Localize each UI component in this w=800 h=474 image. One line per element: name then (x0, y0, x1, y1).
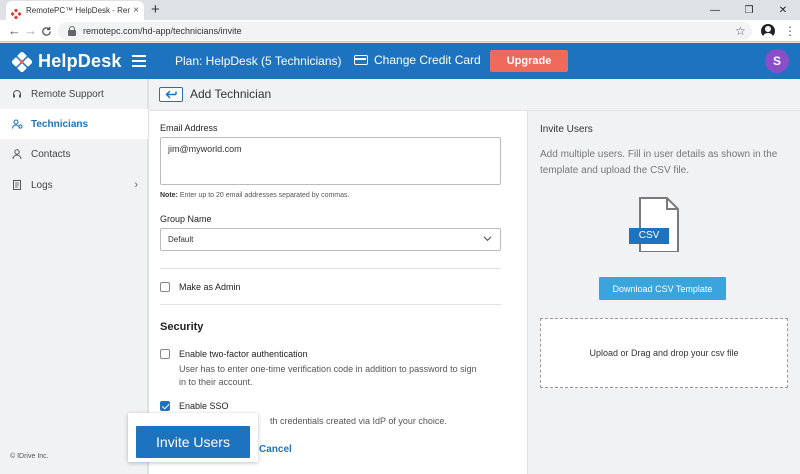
logo-text: HelpDesk (38, 51, 122, 71)
make-admin-row[interactable]: Make as Admin (160, 282, 241, 292)
sidebar-item-remote-support[interactable]: Remote Support (0, 79, 148, 109)
two-factor-row[interactable]: Enable two-factor authentication (160, 349, 308, 359)
sidebar-item-label: Remote Support (31, 88, 104, 100)
chevron-down-icon (483, 236, 492, 242)
chevron-right-icon: › (134, 179, 138, 191)
note-text: Enter up to 20 email addresses separated… (177, 192, 350, 199)
back-arrow-icon[interactable]: ← (8, 22, 21, 40)
helpdesk-logo[interactable]: HelpDesk (11, 50, 122, 73)
two-factor-checkbox[interactable] (160, 349, 170, 359)
sidebar-item-label: Logs (31, 179, 53, 191)
remotepc-favicon-icon (10, 6, 22, 20)
change-credit-card-label: Change Credit Card (374, 53, 481, 67)
hamburger-menu-icon[interactable] (132, 55, 146, 67)
credit-card-icon (354, 55, 368, 65)
two-factor-help: User has to enter one-time verification … (179, 364, 477, 387)
sso-checkbox[interactable] (160, 401, 170, 411)
page-header: Add Technician (149, 79, 800, 111)
group-select-value: Default (168, 235, 194, 244)
bookmark-star-icon[interactable]: ☆ (735, 23, 746, 39)
window-close-button[interactable]: ✕ (766, 0, 800, 20)
sidebar-item-label: Technicians (31, 118, 89, 130)
back-button[interactable] (159, 87, 183, 102)
divider (160, 268, 501, 269)
forward-arrow-icon[interactable]: → (24, 22, 37, 40)
sidebar-item-technicians[interactable]: Technicians (0, 109, 148, 139)
person-icon (12, 149, 22, 160)
new-tab-button[interactable]: + (151, 1, 160, 19)
email-field[interactable]: jim@myworld.com (160, 137, 501, 185)
minimize-button[interactable]: — (698, 0, 732, 20)
url-text: remotepc.com/hd-app/technicians/invite (83, 26, 242, 36)
sso-label: Enable SSO (179, 401, 229, 411)
back-arrow-icon (165, 90, 177, 99)
sidebar-item-contacts[interactable]: Contacts (0, 139, 148, 169)
browser-tab[interactable]: RemotePC™ HelpDesk - Remote × (6, 1, 144, 20)
group-label: Group Name (160, 214, 212, 224)
remotepc-logo-icon (11, 50, 33, 73)
group-select[interactable]: Default (160, 228, 501, 251)
tab-title: RemotePC™ HelpDesk - Remote (26, 6, 130, 15)
invite-users-panel: Invite Users Add multiple users. Fill in… (527, 111, 800, 474)
download-csv-template-button[interactable]: Download CSV Template (599, 277, 726, 300)
technicians-icon (11, 119, 23, 129)
make-admin-label: Make as Admin (179, 282, 241, 292)
divider (160, 304, 501, 305)
browser-tabstrip: RemotePC™ HelpDesk - Remote × + — ❐ ✕ (0, 0, 800, 20)
sidebar: Remote Support Technicians Contacts Logs… (0, 79, 148, 474)
csv-dropzone[interactable]: Upload or Drag and drop your csv file (540, 318, 788, 388)
upgrade-button[interactable]: Upgrade (490, 50, 568, 72)
browser-toolbar: ← → remotepc.com/hd-app/technicians/invi… (0, 20, 800, 42)
plan-label: Plan: HelpDesk (5 Technicians) (175, 54, 342, 68)
two-factor-label: Enable two-factor authentication (179, 349, 308, 359)
cancel-link[interactable]: Cancel (259, 444, 292, 455)
security-heading: Security (160, 321, 204, 333)
csv-badge-label: CSV (638, 230, 660, 241)
address-bar[interactable]: remotepc.com/hd-app/technicians/invite (58, 22, 752, 40)
app-header: HelpDesk Plan: HelpDesk (5 Technicians) … (0, 43, 800, 79)
restore-button[interactable]: ❐ (732, 0, 766, 20)
lock-icon (68, 26, 76, 36)
invite-users-title: Invite Users (540, 124, 593, 135)
csv-file-icon: CSV (629, 197, 693, 252)
invite-users-button[interactable]: Invite Users (136, 426, 250, 458)
email-label: Email Address (160, 123, 218, 133)
browser-menu-icon[interactable]: ⋮ (784, 23, 796, 39)
email-note: Note: Enter up to 20 email addresses sep… (160, 192, 349, 199)
sidebar-item-logs[interactable]: Logs › (0, 170, 148, 200)
tab-close-icon[interactable]: × (133, 5, 139, 16)
log-icon (12, 180, 22, 190)
page-title: Add Technician (190, 87, 272, 101)
sso-help: th credentials created via IdP of your c… (270, 416, 447, 426)
headset-icon (12, 89, 22, 99)
copyright-text: © IDrive Inc. (10, 453, 49, 460)
reload-icon[interactable] (41, 22, 52, 42)
user-avatar[interactable]: S (765, 49, 789, 73)
invite-users-highlight: Invite Users (128, 413, 258, 462)
sso-row[interactable]: Enable SSO (160, 401, 229, 411)
change-credit-card-link[interactable]: Change Credit Card (354, 53, 481, 67)
note-prefix: Note: (160, 192, 178, 199)
invite-users-description: Add multiple users. Fill in user details… (540, 149, 778, 176)
sidebar-item-label: Contacts (31, 148, 71, 160)
browser-profile-icon[interactable] (761, 24, 775, 38)
make-admin-checkbox[interactable] (160, 282, 170, 292)
